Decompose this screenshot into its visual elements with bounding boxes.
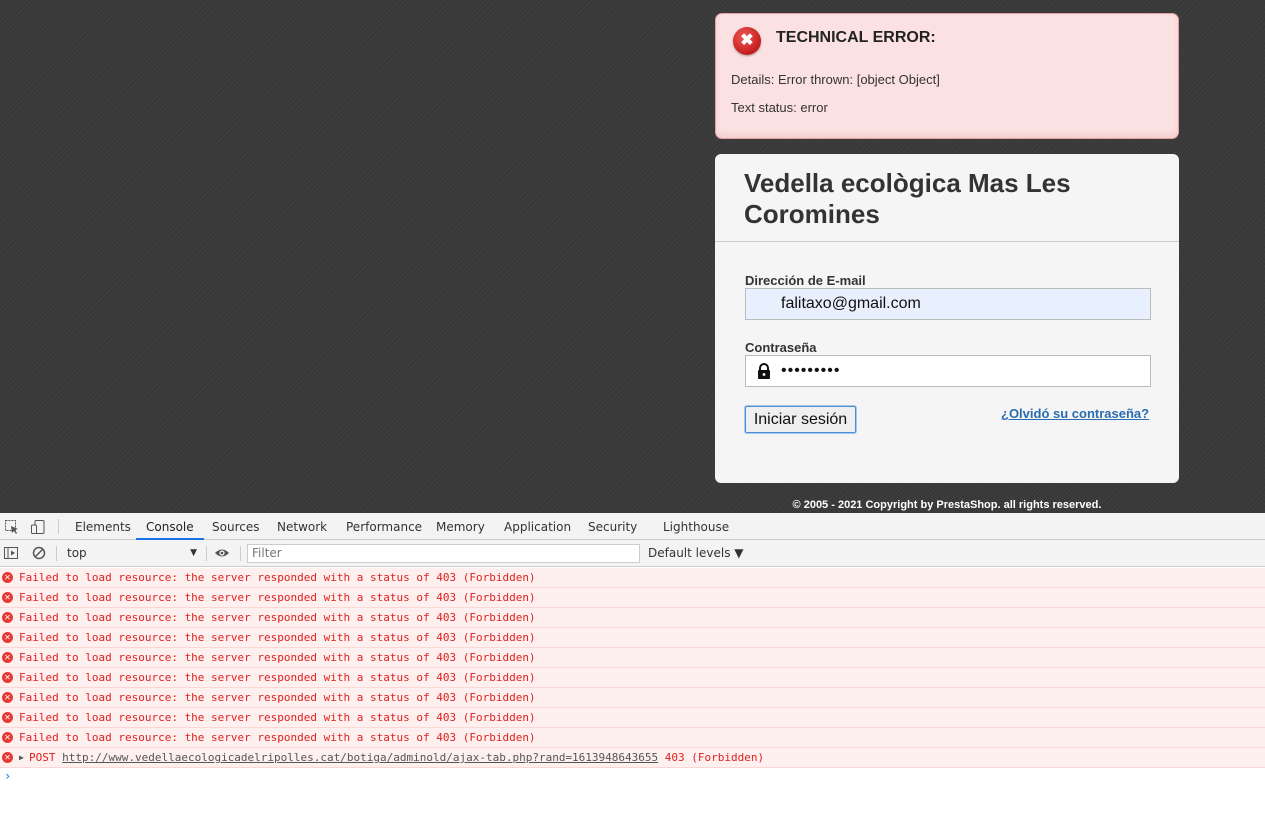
toolbar-divider bbox=[240, 546, 241, 561]
page-viewport: ✖ TECHNICAL ERROR: Details: Error thrown… bbox=[0, 0, 1265, 513]
console-filter-input[interactable]: Filter bbox=[247, 544, 640, 563]
password-field[interactable]: ••••••••• bbox=[745, 355, 1151, 387]
tab-lighthouse[interactable]: Lighthouse bbox=[663, 513, 729, 540]
request-status: 403 (Forbidden) bbox=[664, 751, 765, 764]
console-message: Failed to load resource: the server resp… bbox=[19, 671, 536, 684]
error-circle-icon: ✕ bbox=[2, 712, 13, 723]
toolbar-divider bbox=[206, 546, 207, 561]
console-error-row[interactable]: ✕ Failed to load resource: the server re… bbox=[0, 588, 1265, 608]
tab-elements[interactable]: Elements bbox=[75, 513, 131, 540]
devtools-panel: Elements Console Sources Network Perform… bbox=[0, 513, 1265, 815]
console-message: Failed to load resource: the server resp… bbox=[19, 631, 536, 644]
error-circle-icon: ✕ bbox=[2, 592, 13, 603]
error-circle-icon: ✕ bbox=[2, 692, 13, 703]
error-circle-icon: ✕ bbox=[2, 732, 13, 743]
console-message: Failed to load resource: the server resp… bbox=[19, 731, 536, 744]
request-url-link[interactable]: http://www.vedellaecologicadelripolles.c… bbox=[62, 751, 658, 764]
device-toolbar-icon[interactable] bbox=[30, 519, 46, 535]
error-details: Details: Error thrown: [object Object] bbox=[731, 72, 940, 87]
error-x-icon: ✖ bbox=[733, 27, 761, 55]
error-text-status: Text status: error bbox=[731, 100, 828, 115]
shop-name: Vedella ecològica Mas Les Coromines bbox=[744, 168, 1071, 229]
error-circle-icon: ✕ bbox=[2, 752, 13, 763]
tab-memory[interactable]: Memory bbox=[436, 513, 485, 540]
console-toolbar: top ▼ Filter Default levels ▼ bbox=[0, 540, 1265, 567]
console-error-row[interactable]: ✕ Failed to load resource: the server re… bbox=[0, 628, 1265, 648]
tab-network[interactable]: Network bbox=[277, 513, 327, 540]
console-message: Failed to load resource: the server resp… bbox=[19, 571, 536, 584]
error-circle-icon: ✕ bbox=[2, 652, 13, 663]
devtools-tabbar: Elements Console Sources Network Perform… bbox=[0, 513, 1265, 540]
console-message: Failed to load resource: the server resp… bbox=[19, 651, 536, 664]
tab-application[interactable]: Application bbox=[504, 513, 571, 540]
inspect-element-icon[interactable] bbox=[4, 519, 20, 535]
email-label: Dirección de E-mail bbox=[745, 273, 866, 288]
console-error-row[interactable]: ✕ Failed to load resource: the server re… bbox=[0, 668, 1265, 688]
context-value: top bbox=[67, 546, 87, 560]
toolbar-divider bbox=[56, 546, 57, 561]
expand-triangle-icon[interactable]: ▶ bbox=[19, 748, 24, 767]
error-circle-icon: ✕ bbox=[2, 632, 13, 643]
login-panel: Vedella ecològica Mas Les Coromines Dire… bbox=[715, 154, 1179, 483]
technical-error-box: ✖ TECHNICAL ERROR: Details: Error thrown… bbox=[715, 13, 1179, 139]
lock-icon bbox=[758, 363, 770, 379]
password-label: Contraseña bbox=[745, 340, 817, 355]
error-circle-icon: ✕ bbox=[2, 612, 13, 623]
tab-performance[interactable]: Performance bbox=[346, 513, 422, 540]
console-message: Failed to load resource: the server resp… bbox=[19, 711, 536, 724]
error-title: TECHNICAL ERROR: bbox=[776, 29, 936, 46]
console-error-row[interactable]: ✕ Failed to load resource: the server re… bbox=[0, 648, 1265, 668]
tab-sources[interactable]: Sources bbox=[212, 513, 259, 540]
eye-icon[interactable] bbox=[214, 545, 230, 561]
panel-divider bbox=[715, 241, 1179, 242]
console-error-row[interactable]: ✕ Failed to load resource: the server re… bbox=[0, 728, 1265, 748]
console-message: Failed to load resource: the server resp… bbox=[19, 691, 536, 704]
log-levels-dropdown[interactable]: Default levels ▼ bbox=[648, 543, 744, 563]
console-prompt[interactable]: › bbox=[4, 769, 11, 783]
tab-console[interactable]: Console bbox=[136, 513, 204, 540]
clear-console-icon[interactable] bbox=[31, 545, 47, 561]
context-selector[interactable]: top ▼ bbox=[63, 543, 201, 563]
show-sidebar-icon[interactable] bbox=[3, 545, 19, 561]
email-field[interactable]: falitaxo@gmail.com bbox=[745, 288, 1151, 320]
chevron-down-icon: ▼ bbox=[190, 548, 197, 558]
console-error-row[interactable]: ✕ Failed to load resource: the server re… bbox=[0, 688, 1265, 708]
tab-security[interactable]: Security bbox=[588, 513, 637, 540]
forgot-password-link[interactable]: ¿Olvidó su contraseña? bbox=[1001, 406, 1149, 421]
request-method: POST bbox=[29, 751, 56, 764]
copyright-text: © 2005 - 2021 Copyright by PrestaShop. a… bbox=[792, 499, 1102, 511]
console-message: Failed to load resource: the server resp… bbox=[19, 611, 536, 624]
console-error-row[interactable]: ✕ Failed to load resource: the server re… bbox=[0, 708, 1265, 728]
console-messages: ✕ Failed to load resource: the server re… bbox=[0, 568, 1265, 768]
error-circle-icon: ✕ bbox=[2, 672, 13, 683]
console-post-error-row[interactable]: ✕ ▶ POST http://www.vedellaecologicadelr… bbox=[0, 748, 1265, 768]
console-error-row[interactable]: ✕ Failed to load resource: the server re… bbox=[0, 608, 1265, 628]
error-circle-icon: ✕ bbox=[2, 572, 13, 583]
console-error-row[interactable]: ✕ Failed to load resource: the server re… bbox=[0, 568, 1265, 588]
login-submit-button[interactable]: Iniciar sesión bbox=[745, 406, 856, 433]
console-message: Failed to load resource: the server resp… bbox=[19, 591, 536, 604]
toolbar-divider bbox=[58, 519, 59, 534]
post-request-message: POST http://www.vedellaecologicadelripol… bbox=[29, 748, 764, 767]
